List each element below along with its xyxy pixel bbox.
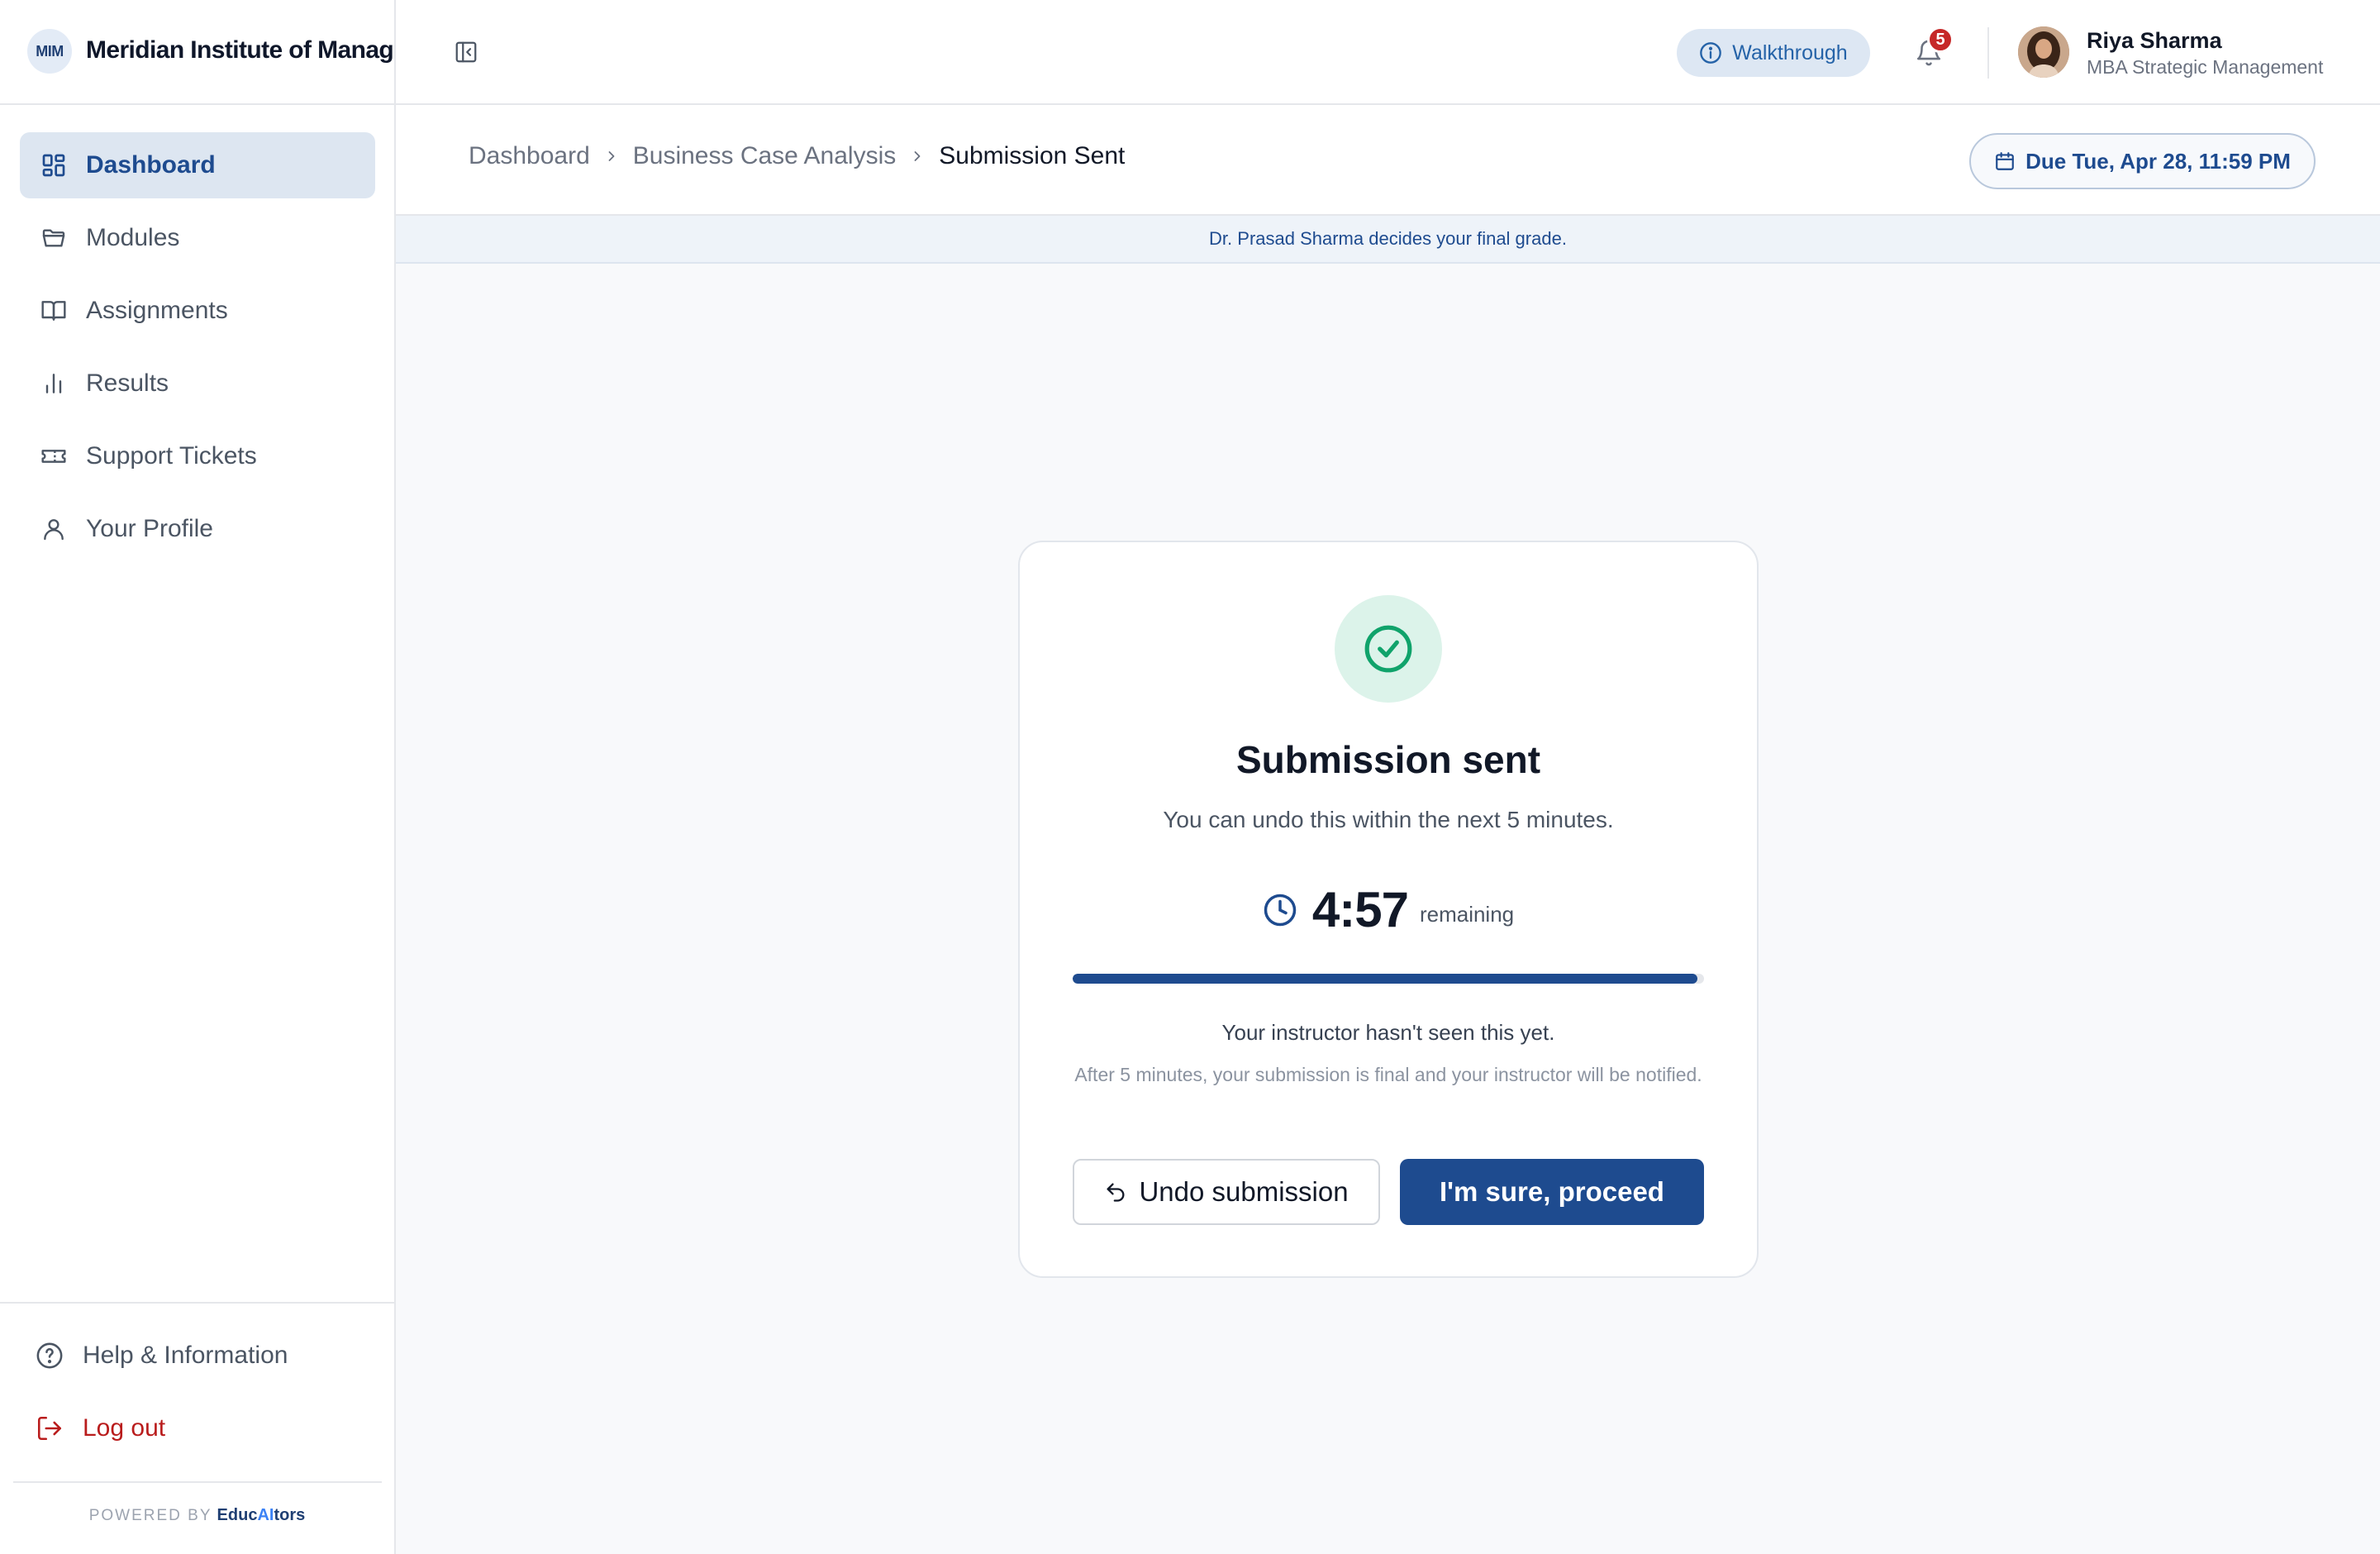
timer-label: remaining (1419, 902, 1515, 927)
sidebar-item-label: Support Tickets (86, 442, 257, 470)
countdown-progress-bar (1073, 974, 1704, 984)
success-badge (1335, 595, 1442, 703)
sidebar-item-label: Results (86, 369, 169, 397)
sidebar-item-label: Dashboard (86, 151, 216, 179)
top-bar: Walkthrough 5 Riya Sharma MBA Strategic … (396, 0, 2380, 105)
sidebar-footer (0, 1302, 394, 1304)
sidebar-item-label: Modules (86, 224, 180, 251)
brand-logo[interactable]: MIM (27, 29, 72, 74)
undo-submission-button[interactable]: Undo submission (1073, 1159, 1380, 1225)
sidebar: MIM Meridian Institute of Management Das… (0, 0, 396, 1554)
chevron-right-icon (909, 148, 926, 164)
countdown-timer: 4:57 remaining (1020, 881, 1757, 938)
undo-label: Undo submission (1139, 1176, 1349, 1207)
card-subtitle: You can undo this within the next 5 minu… (1163, 807, 1614, 832)
ticket-icon (40, 442, 68, 470)
sidebar-item-dashboard[interactable]: Dashboard (20, 132, 375, 198)
logout-icon (33, 1412, 66, 1445)
countdown-progress-fill (1073, 974, 1698, 984)
chevron-right-icon (603, 148, 620, 164)
notification-count-badge: 5 (1927, 26, 1954, 53)
grading-notice-text: Dr. Prasad Sharma decides your final gra… (1209, 228, 1567, 249)
logout-label: Log out (83, 1414, 166, 1442)
due-date-button[interactable]: Due Tue, Apr 28, 11:59 PM (1969, 133, 2316, 189)
due-date-label: Due Tue, Apr 28, 11:59 PM (2025, 148, 2291, 174)
instructor-status-note: Your instructor hasn't seen this yet. (1221, 1020, 1555, 1045)
grading-notice: Dr. Prasad Sharma decides your final gra… (396, 216, 2380, 264)
sidebar-nav: Dashboard Modules Assignments Results Su… (20, 132, 375, 569)
sidebar-item-support-tickets[interactable]: Support Tickets (20, 423, 375, 489)
breadcrumb: Dashboard Business Case Analysis Submiss… (469, 142, 1125, 170)
collapse-sidebar-button[interactable] (452, 38, 480, 66)
brand-header: MIM Meridian Institute of Management (0, 0, 394, 105)
sidebar-item-results[interactable]: Results (20, 350, 375, 417)
walkthrough-button[interactable]: Walkthrough (1677, 29, 1870, 77)
check-circle-icon (1363, 623, 1414, 675)
dashboard-grid-icon (40, 151, 68, 179)
help-circle-icon (33, 1339, 66, 1372)
panel-left-icon (454, 40, 478, 64)
logout-link[interactable]: Log out (33, 1404, 165, 1453)
powered-brand-part: tors (274, 1506, 306, 1524)
walkthrough-label: Walkthrough (1732, 41, 1848, 64)
sidebar-item-label: Your Profile (86, 515, 213, 542)
card-title: Submission sent (1235, 738, 1541, 781)
powered-by-label: POWERED BY (88, 1507, 212, 1524)
breadcrumb-item-current: Submission Sent (939, 142, 1126, 169)
user-icon (40, 515, 68, 543)
bar-chart-icon (40, 369, 68, 398)
brand-name: Meridian Institute of Management (86, 36, 394, 64)
submission-card: Submission sent You can undo this within… (1018, 541, 1759, 1278)
powered-brand-ai: AI (257, 1506, 274, 1524)
folder-icon (40, 224, 68, 252)
sidebar-divider (13, 1481, 382, 1483)
book-open-icon (40, 297, 68, 325)
calendar-icon (1994, 150, 2016, 172)
sidebar-item-label: Assignments (86, 297, 228, 324)
help-link[interactable]: Help & Information (33, 1331, 288, 1380)
clock-icon (1263, 893, 1297, 927)
breadcrumb-item-business-case-analysis[interactable]: Business Case Analysis (633, 142, 897, 170)
info-icon (1699, 41, 1722, 64)
powered-brand-part: Educ (217, 1506, 258, 1524)
topbar-divider (1987, 27, 1989, 79)
help-label: Help & Information (83, 1342, 288, 1369)
finalization-note: After 5 minutes, your submission is fina… (1074, 1064, 1702, 1085)
sidebar-item-modules[interactable]: Modules (20, 205, 375, 271)
powered-brand: EducAItors (217, 1506, 306, 1524)
sidebar-item-assignments[interactable]: Assignments (20, 278, 375, 344)
proceed-label: I'm sure, proceed (1440, 1176, 1664, 1207)
avatar[interactable] (2018, 26, 2069, 78)
sidebar-item-your-profile[interactable]: Your Profile (20, 496, 375, 562)
undo-icon (1104, 1180, 1127, 1204)
page-header: Dashboard Business Case Analysis Submiss… (396, 105, 2380, 216)
user-program: MBA Strategic Management (2087, 56, 2324, 78)
proceed-button[interactable]: I'm sure, proceed (1400, 1159, 1704, 1225)
user-name: Riya Sharma (2087, 28, 2222, 53)
powered-by: POWERED BY EducAItors (0, 1506, 394, 1525)
breadcrumb-item-dashboard[interactable]: Dashboard (469, 142, 590, 170)
timer-value: 4:57 (1311, 882, 1409, 937)
